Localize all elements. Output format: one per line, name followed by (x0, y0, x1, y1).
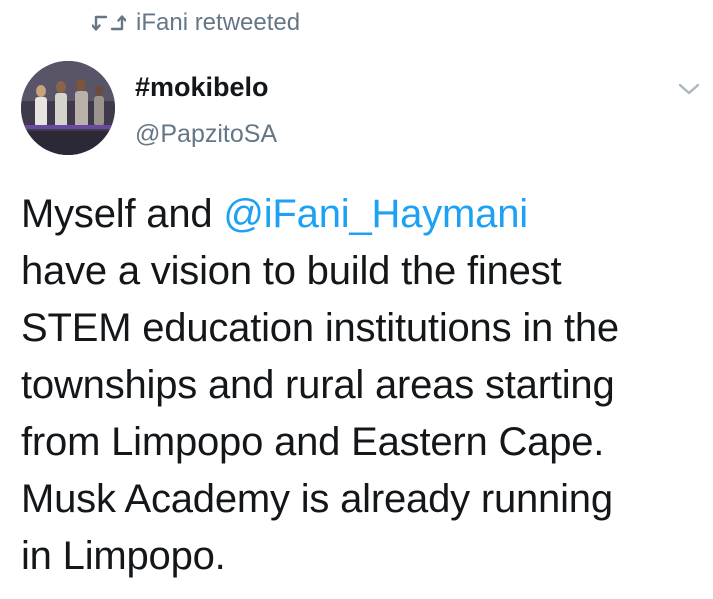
tweet-line-7: in Limpopo. (21, 534, 226, 578)
tweet-line-3: STEM education institutions in the (21, 306, 619, 350)
tweet-line-5: from Limpopo and Eastern Cape. (21, 420, 605, 464)
author-name[interactable]: #mokibelo (135, 72, 269, 103)
retweet-context[interactable]: iFani retweeted (92, 7, 300, 39)
tweet-card[interactable]: iFani retweeted #mokibelo @PapzitoSA Mys… (0, 0, 713, 599)
avatar[interactable] (21, 61, 115, 155)
author-handle[interactable]: @PapzitoSA (135, 120, 277, 149)
avatar-photo (21, 61, 115, 155)
chevron-down-icon (678, 83, 700, 95)
retweet-icon (92, 12, 126, 34)
tweet-line-1: Myself and @iFani_Haymani (21, 186, 701, 243)
tweet-text-prefix: Myself and (21, 192, 224, 236)
tweet-line-4: townships and rural areas starting (21, 363, 615, 407)
tweet-line-2: have a vision to build the finest (21, 249, 562, 293)
tweet-menu-button[interactable] (676, 80, 702, 98)
tweet-text: Myself and @iFani_Haymani have a vision … (21, 186, 701, 585)
tweet-line-6: Musk Academy is already running (21, 477, 613, 521)
mention-link[interactable]: @iFani_Haymani (223, 192, 528, 236)
retweet-label: iFani retweeted (136, 9, 301, 36)
